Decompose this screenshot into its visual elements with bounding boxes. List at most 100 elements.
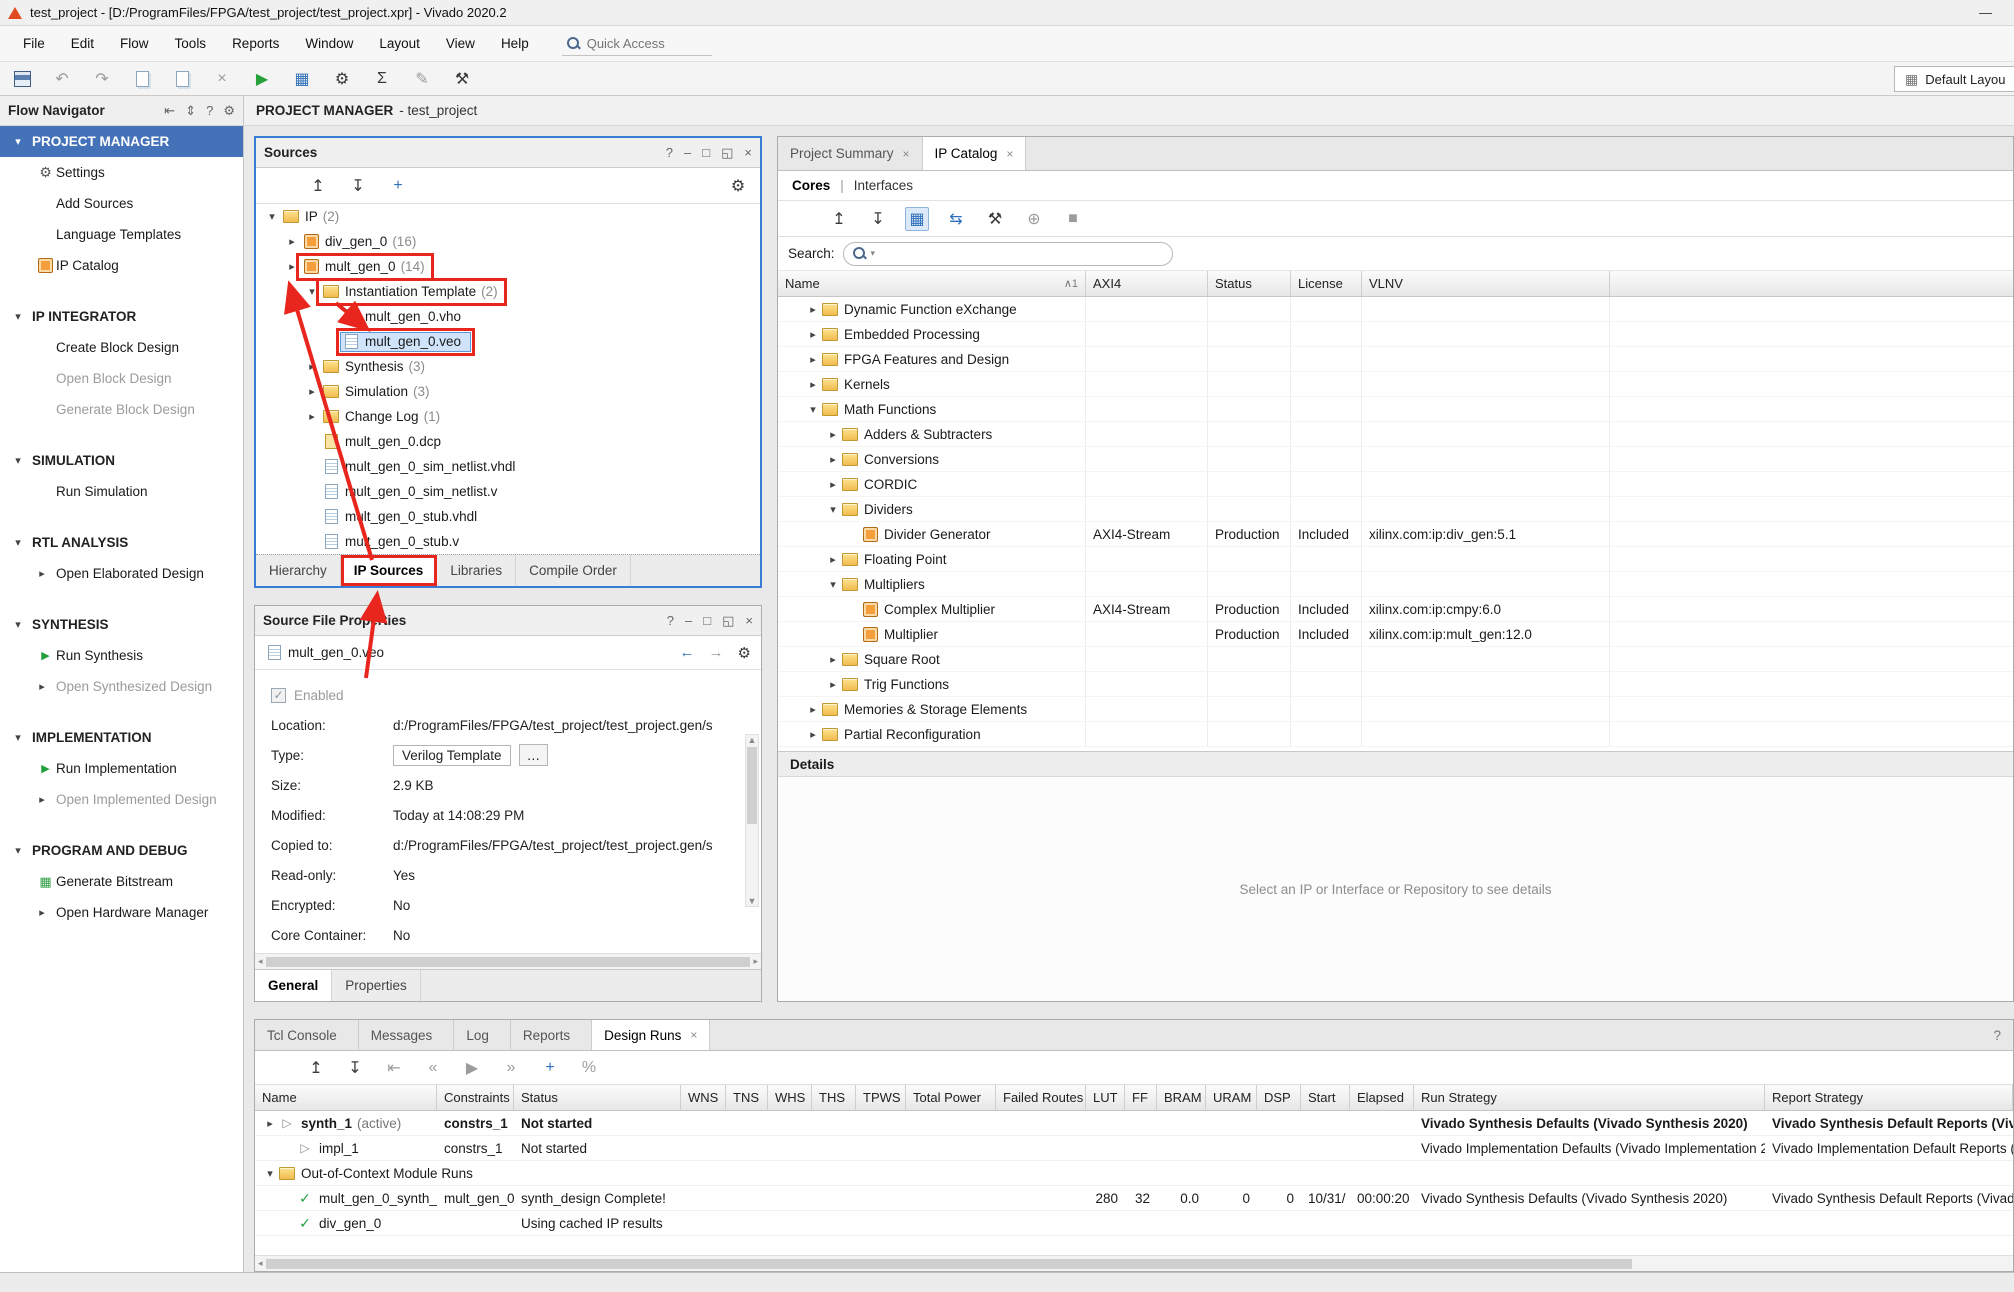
edit-icon[interactable]: ✎	[410, 67, 434, 91]
chevron-down-icon[interactable]: ▾	[825, 578, 841, 591]
run-icon[interactable]: ▶	[250, 67, 274, 91]
collapse-all-icon[interactable]: ↥	[827, 207, 851, 231]
add-sources-icon[interactable]: +	[386, 174, 410, 198]
menu-item[interactable]: Edit	[58, 26, 107, 61]
catalog-row[interactable]: ▸ CORDIC	[778, 472, 2013, 497]
chevron-right-icon[interactable]: ▸	[825, 478, 841, 491]
resize-icon[interactable]: ⇕	[185, 103, 196, 119]
menu-item[interactable]: Tools	[162, 26, 220, 61]
sources-tab[interactable]: IP Sources	[341, 555, 438, 586]
catalog-row[interactable]: ▸ Square Root	[778, 647, 2013, 672]
flow-navigator-row[interactable]: ▸ Open Elaborated Design	[0, 558, 243, 589]
bottom-tab[interactable]: Reports	[511, 1020, 592, 1050]
chevron-right-icon[interactable]: ▸	[825, 428, 841, 441]
tree-row[interactable]: ▸ Simulation (3)	[256, 379, 760, 404]
column-header-uram[interactable]: URAM	[1206, 1085, 1257, 1110]
quick-access-search[interactable]	[562, 32, 712, 56]
flow-navigator-row[interactable]: ▾ IP INTEGRATOR	[0, 301, 243, 332]
panel-help-icon[interactable]: ?	[1981, 1020, 2013, 1050]
chevron-right-icon[interactable]: ▸	[825, 553, 841, 566]
menu-item[interactable]: View	[433, 26, 488, 61]
chevron-right-icon[interactable]: ▸	[304, 385, 320, 398]
interfaces-subtab[interactable]: Interfaces	[854, 178, 913, 193]
catalog-row[interactable]: ▾ Multipliers	[778, 572, 2013, 597]
run-row[interactable]: div_gen_0 Using cached IP results	[255, 1211, 2013, 1236]
flow-navigator-row[interactable]: ▾ PROJECT MANAGER	[0, 126, 243, 157]
flow-navigator-row[interactable]: ▾ IMPLEMENTATION	[0, 722, 243, 753]
expand-all-icon[interactable]: ↧	[346, 174, 370, 198]
enabled-checkbox[interactable]	[271, 688, 286, 703]
scrollbar-thumb[interactable]	[266, 957, 751, 967]
collapse-all-icon[interactable]: ↥	[304, 1056, 328, 1080]
close-icon[interactable]: ×	[745, 613, 753, 629]
add-run-icon[interactable]: +	[538, 1056, 562, 1080]
tree-row[interactable]: ▸ div_gen_0 (16)	[256, 229, 760, 254]
properties-tab[interactable]: Properties	[332, 970, 421, 1001]
ip-settings-icon[interactable]: ⚒	[983, 207, 1007, 231]
scroll-up-icon[interactable]: ▲	[748, 735, 757, 745]
step-back-icon[interactable]: «	[421, 1056, 445, 1080]
column-header-axi4[interactable]: AXI4	[1086, 271, 1208, 296]
report-icon[interactable]	[130, 67, 154, 91]
column-header-license[interactable]: License	[1291, 271, 1362, 296]
web-icon[interactable]: ⊕	[1022, 207, 1046, 231]
catalog-search-input[interactable]: ▾	[843, 242, 1173, 266]
flow-navigator-row[interactable]: Run Synthesis	[0, 640, 243, 671]
catalog-row[interactable]: ▸ Memories & Storage Elements	[778, 697, 2013, 722]
tree-row[interactable]: mult_gen_0_sim_netlist.vhdl	[256, 454, 760, 479]
sources-tab[interactable]: Hierarchy	[256, 555, 341, 586]
column-header-report-strategy[interactable]: Report Strategy	[1765, 1085, 2013, 1110]
tree-row[interactable]: ▸ mult_gen_0 (14)	[256, 254, 760, 279]
expand-all-icon[interactable]: ↧	[343, 1056, 367, 1080]
catalog-row[interactable]: ▸ Dynamic Function eXchange	[778, 297, 2013, 322]
scrollbar-thumb[interactable]	[747, 747, 757, 824]
redo-icon[interactable]: ↷	[90, 67, 114, 91]
delete-icon[interactable]: ×	[210, 67, 234, 91]
close-icon[interactable]: ×	[903, 147, 910, 161]
chevron-down-icon[interactable]: ▾	[262, 1167, 278, 1180]
column-header-wns[interactable]: WNS	[681, 1085, 726, 1110]
restore-defaults-icon[interactable]: ⇆	[944, 207, 968, 231]
flow-navigator-row[interactable]: ▸ Open Hardware Manager	[0, 897, 243, 928]
back-icon[interactable]: ←	[680, 644, 695, 662]
bottom-tab[interactable]: Log	[454, 1020, 511, 1050]
tree-row[interactable]: mult_gen_0_stub.v	[256, 529, 760, 554]
properties-vertical-scrollbar[interactable]: ▲ ▼	[745, 734, 759, 907]
flow-navigator-row[interactable]: Create Block Design	[0, 332, 243, 363]
bottom-tab[interactable]: Design Runs ×	[592, 1020, 710, 1050]
flow-navigator-row[interactable]: ▸ Open Implemented Design	[0, 784, 243, 815]
help-icon[interactable]: ?	[667, 613, 674, 629]
chevron-right-icon[interactable]: ▸	[805, 303, 821, 316]
save-icon[interactable]	[10, 67, 34, 91]
percent-icon[interactable]: %	[577, 1056, 601, 1080]
search-icon[interactable]	[266, 174, 290, 198]
sources-tab[interactable]: Libraries	[437, 555, 516, 586]
column-header-ths[interactable]: THS	[812, 1085, 856, 1110]
scroll-right-icon[interactable]: ▸	[753, 956, 758, 967]
sources-panel-header[interactable]: Sources ?–□◱×	[256, 138, 760, 168]
column-header-tns[interactable]: TNS	[726, 1085, 768, 1110]
close-icon[interactable]: ×	[744, 145, 752, 161]
undo-icon[interactable]: ↶	[50, 67, 74, 91]
minimize-icon[interactable]: —	[1965, 5, 2006, 20]
copy-icon[interactable]	[170, 67, 194, 91]
gear-icon[interactable]: ⚙	[738, 644, 751, 662]
flow-navigator-row[interactable]: ▾ SIMULATION	[0, 445, 243, 476]
collapse-all-icon[interactable]: ↥	[306, 174, 330, 198]
chevron-down-icon[interactable]: ▾	[304, 285, 320, 298]
play-icon[interactable]: ▶	[460, 1056, 484, 1080]
probe-icon[interactable]: ⚒	[450, 67, 474, 91]
column-header-start[interactable]: Start	[1301, 1085, 1350, 1110]
maximize-icon[interactable]: □	[703, 613, 711, 629]
chevron-right-icon[interactable]: ▸	[825, 678, 841, 691]
float-icon[interactable]: ◱	[721, 145, 733, 161]
chevron-right-icon[interactable]: ▸	[262, 1117, 278, 1130]
tree-row[interactable]: mult_gen_0_stub.vhdl	[256, 504, 760, 529]
column-header-dsp[interactable]: DSP	[1257, 1085, 1301, 1110]
help-icon[interactable]: ?	[206, 103, 213, 119]
close-icon[interactable]: ×	[1006, 147, 1013, 161]
minimize-icon[interactable]: –	[684, 145, 691, 161]
run-row[interactable]: impl_1 constrs_1 Not started V	[255, 1136, 2013, 1161]
minimize-icon[interactable]: –	[685, 613, 692, 629]
flow-navigator-row[interactable]: Generate Bitstream	[0, 866, 243, 897]
